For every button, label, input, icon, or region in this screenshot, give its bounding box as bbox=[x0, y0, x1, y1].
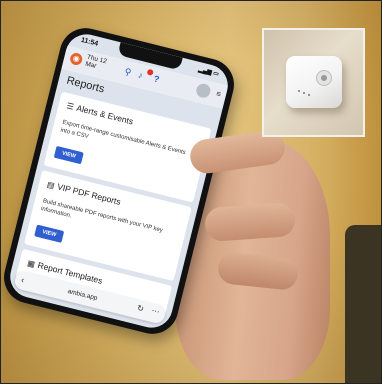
help-icon[interactable]: ? bbox=[153, 74, 161, 85]
photo-scene: 11:54 ▂▄▆ ▭ ◉ Thu 12 Mar ⚲ ♪ ? ≡ Reports… bbox=[0, 0, 382, 384]
menu-icon[interactable]: ≡ bbox=[215, 89, 222, 99]
view-button[interactable]: VIEW bbox=[34, 224, 65, 243]
vent-hole bbox=[308, 94, 310, 96]
sensor-button bbox=[316, 70, 332, 86]
sensor-dot bbox=[321, 75, 327, 81]
avatar[interactable] bbox=[194, 82, 212, 100]
template-icon: ▦ bbox=[26, 258, 36, 269]
list-icon: ☰ bbox=[65, 101, 75, 112]
sleeve bbox=[345, 225, 382, 384]
bell-icon[interactable]: ♪ bbox=[137, 70, 144, 81]
vent-hole bbox=[303, 92, 305, 94]
notification-badge bbox=[146, 68, 154, 76]
vent-hole bbox=[298, 90, 300, 92]
hand-finger bbox=[203, 201, 297, 243]
more-icon[interactable]: ⋯ bbox=[151, 306, 161, 317]
search-icon[interactable]: ⚲ bbox=[123, 66, 133, 78]
reload-icon[interactable]: ↻ bbox=[136, 303, 145, 313]
logo-icon[interactable]: ◉ bbox=[68, 51, 84, 67]
sensor-device bbox=[286, 56, 342, 108]
header-date: Thu 12 Mar bbox=[84, 54, 116, 75]
url-text[interactable]: ambia.app bbox=[67, 288, 98, 302]
document-icon: ▤ bbox=[46, 179, 56, 191]
inset-photo-sensor bbox=[262, 28, 365, 137]
signal-wifi-battery-icon: ▂▄▆ ▭ bbox=[197, 66, 220, 78]
chevron-left-icon[interactable]: ‹ bbox=[20, 274, 25, 284]
status-time: 11:54 bbox=[80, 36, 99, 48]
view-button[interactable]: VIEW bbox=[53, 145, 84, 165]
